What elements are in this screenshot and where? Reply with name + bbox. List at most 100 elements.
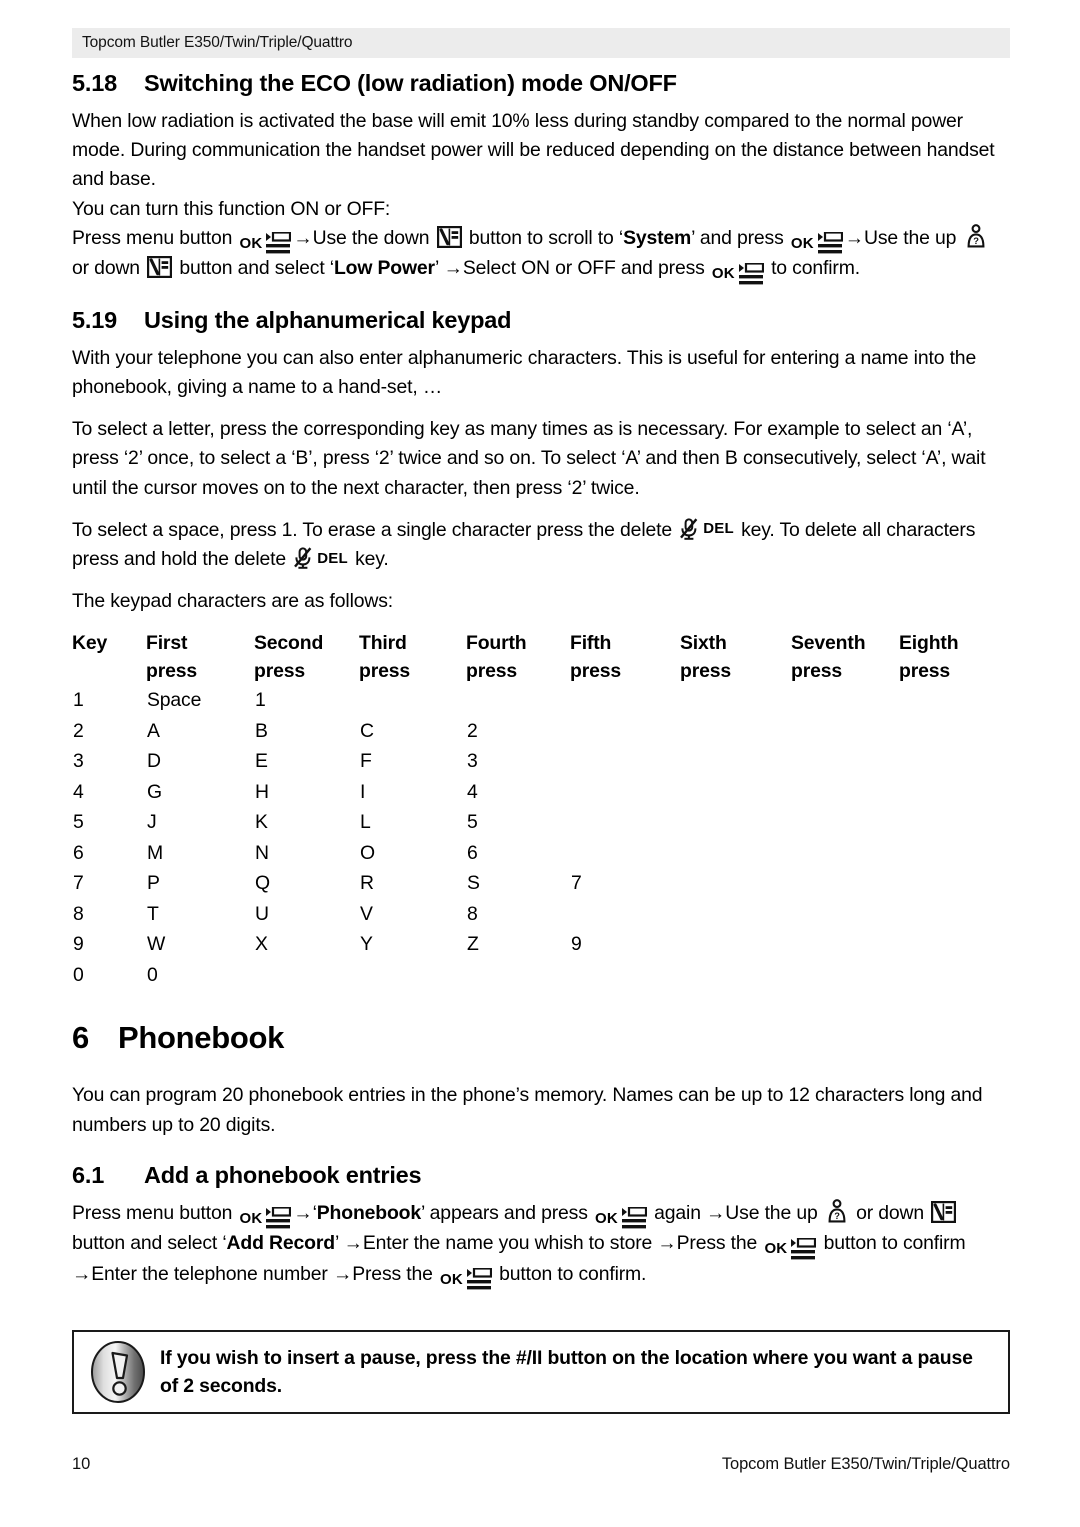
cell-first: Space <box>147 689 202 712</box>
cell-fifth <box>570 746 680 777</box>
cell-second: N <box>255 841 269 864</box>
ok-key-label: OK <box>764 1240 788 1258</box>
paragraph-5-18-onoff: You can turn this function ON or OFF: <box>72 197 391 220</box>
cell-first: W <box>147 933 166 956</box>
paragraph-5-18-intro: When low radiation is activated the base… <box>72 110 995 191</box>
cell-key: 9 <box>73 933 84 956</box>
heading-5-18-title: Switching the ECO (low radiation) mode O… <box>144 70 677 96</box>
ok-key-label: OK <box>440 1270 463 1288</box>
cell-seventh <box>791 899 899 930</box>
del-key-label: DEL <box>703 520 734 538</box>
cell-seventh <box>791 777 899 808</box>
heading-5-19-title: Using the alphanumerical keypad <box>144 306 512 333</box>
cell-fifth <box>570 716 680 747</box>
cell-sixth <box>680 929 791 960</box>
cell-first: A <box>147 719 160 742</box>
step-text-6: or down <box>72 257 146 280</box>
cell-third: R <box>360 872 374 895</box>
cell-fourth: 8 <box>467 902 478 925</box>
column-header-sixth-press: press <box>680 660 731 683</box>
cell-first: M <box>147 841 164 864</box>
menu-item-system: System <box>623 226 692 249</box>
paragraph-5-19-delete: To select a space, press 1. To erase a s… <box>72 516 1010 574</box>
footer-page-number: 10 <box>72 1455 91 1473</box>
column-header-seventh: Seventh <box>791 632 866 655</box>
del-mute-key-icon: DEL <box>293 547 348 569</box>
step-text-8: ’ →Select ON or OFF and press <box>434 257 710 280</box>
cell-seventh <box>791 685 899 716</box>
cell-seventh <box>791 716 899 747</box>
cell-eighth <box>899 838 1010 869</box>
up-contact-key-icon: ? <box>825 1198 849 1223</box>
step-text-5: →Use the up <box>844 226 962 249</box>
heading-chapter-6-number: 6 <box>72 1020 89 1056</box>
paragraph-5-18-steps: Press menu button OK →Use the down button… <box>72 223 1010 285</box>
table-row: 2 A B C 2 <box>72 716 1010 747</box>
heading-5-19-number: 5.19 <box>72 306 117 333</box>
column-header-fifth-press: press <box>570 660 621 683</box>
step-text-3: button to scroll to ‘ <box>463 226 624 249</box>
table-row: 9 W X Y Z 9 <box>72 929 1010 960</box>
cell-third: L <box>360 811 371 834</box>
cell-second: K <box>255 811 268 834</box>
cell-key: 5 <box>73 811 84 834</box>
page-footer: 10 Topcom Butler E350/Twin/Triple/Quattr… <box>72 1455 1010 1474</box>
menu-item-low-power: Low Power <box>333 257 435 280</box>
cell-fourth: 4 <box>467 780 478 803</box>
down-phonebook-key-icon <box>147 256 173 279</box>
cell-first: P <box>147 872 160 895</box>
cell-second: H <box>255 780 269 803</box>
table-row: 7 P Q R S 7 <box>72 868 1010 899</box>
heading-chapter-6-title: Phonebook <box>118 1020 285 1056</box>
delete-text-1: To select a space, press 1. To erase a s… <box>72 518 678 541</box>
ok-menu-key-icon: OK <box>791 232 843 254</box>
cell-eighth <box>899 960 1010 991</box>
table-row: 4 G H I 4 <box>72 777 1010 808</box>
cell-second: Q <box>255 872 270 895</box>
cell-second: B <box>255 719 268 742</box>
cell-sixth <box>680 685 791 716</box>
cell-seventh <box>791 929 899 960</box>
step-text-9: to confirm. <box>765 257 860 280</box>
add-step-text-6: button and select ‘ <box>72 1232 227 1255</box>
paragraph-5-19-select-letter: To select a letter, press the correspond… <box>72 418 986 499</box>
svg-text:?: ? <box>834 1210 840 1221</box>
cell-fourth: 6 <box>467 841 478 864</box>
cell-third: F <box>360 750 372 773</box>
step-text-2: →Use the down <box>293 226 435 249</box>
keypad-characters-table: Key First Second Third Fourth Fifth Sixt… <box>72 629 1010 990</box>
cell-third: V <box>360 902 373 925</box>
table-row: 8 T U V 8 <box>72 899 1010 930</box>
cell-sixth <box>680 899 791 930</box>
add-step-text-2: →‘ <box>293 1201 317 1224</box>
add-step-text-7: ’ →Enter the name you whish to store →Pr… <box>334 1232 763 1255</box>
cell-eighth <box>899 777 1010 808</box>
cell-third: Y <box>360 933 373 956</box>
heading-6-1: 6.1 Add a phonebook entries <box>72 1162 1010 1189</box>
cell-second: 1 <box>255 689 266 712</box>
cell-key: 3 <box>73 750 84 773</box>
cell-fourth: Z <box>467 933 479 956</box>
cell-key: 6 <box>73 841 84 864</box>
cell-sixth <box>680 807 791 838</box>
menu-item-phonebook: Phonebook <box>316 1201 421 1224</box>
cell-seventh <box>791 868 899 899</box>
cell-third: O <box>360 841 375 864</box>
menu-item-add-record: Add Record <box>226 1232 336 1255</box>
table-row: 5 J K L 5 <box>72 807 1010 838</box>
cell-fourth: S <box>467 872 480 895</box>
cell-sixth <box>680 868 791 899</box>
cell-third <box>359 960 466 991</box>
cell-key: 1 <box>73 689 84 712</box>
ok-key-label: OK <box>790 234 814 252</box>
ok-menu-key-icon: OK <box>595 1207 647 1229</box>
ok-key-label: OK <box>239 1209 263 1227</box>
cell-fourth <box>466 960 570 991</box>
table-row: 3 D E F 3 <box>72 746 1010 777</box>
heading-5-18-number: 5.18 <box>72 70 117 96</box>
note-text: If you wish to insert a pause, press the… <box>160 1347 973 1397</box>
down-phonebook-key-icon <box>436 225 462 248</box>
